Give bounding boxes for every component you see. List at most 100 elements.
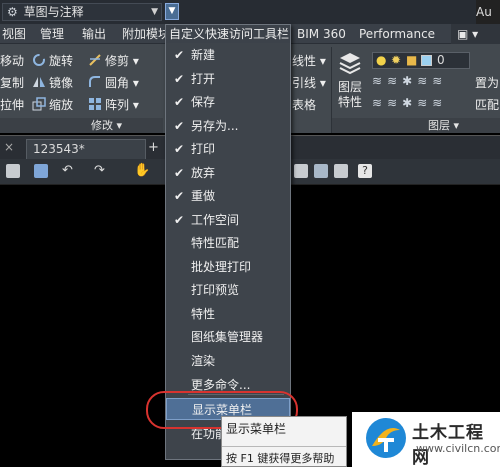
tab-manage[interactable]: 管理 [40, 24, 64, 44]
undo-icon[interactable]: ↶ [62, 164, 76, 178]
layer-properties-label: 图层 特性 [337, 80, 362, 109]
scale-button[interactable]: 缩放 [32, 96, 73, 114]
layer-tool-icon[interactable]: ≋ [417, 74, 432, 88]
toolbar-icon[interactable] [334, 164, 348, 178]
set-current-button[interactable]: 置为 [475, 74, 499, 92]
close-icon[interactable]: × [4, 140, 14, 154]
menu-item[interactable]: 特性 [166, 303, 290, 325]
scale-label: 缩放 [49, 98, 74, 112]
move-button[interactable]: 移动 [0, 52, 24, 70]
layer-tools-row-2: ≋≋✱≋≋ [372, 96, 470, 114]
menu-item-label: 打开 [191, 71, 216, 86]
tab-performance[interactable]: Performance [359, 24, 435, 44]
trim-button[interactable]: 修剪 ▾ [88, 52, 139, 70]
chevron-down-icon: ▼ [151, 7, 158, 17]
tab-panel-toggle[interactable]: ▣ ▾ [451, 24, 500, 44]
help-icon[interactable]: ? [358, 164, 372, 178]
menu-item-label: 打印 [191, 142, 216, 156]
menu-item[interactable]: 打印预览 [166, 279, 290, 301]
layer-tool-icon[interactable]: ≋ [432, 96, 447, 110]
layer-tool-icon[interactable]: ✱ [402, 96, 417, 110]
watermark: 土木工程网 www.civilcn.com [352, 412, 500, 467]
toolbar-icon[interactable] [34, 164, 48, 178]
sun-icon: ✹ [391, 53, 402, 67]
fillet-button[interactable]: 圆角 ▾ [88, 74, 139, 92]
new-tab-icon[interactable]: + [148, 140, 159, 155]
layer-tool-icon[interactable]: ≋ [387, 96, 402, 110]
checkmark-icon: ✔ [174, 189, 185, 203]
toolbar-icon[interactable] [314, 164, 328, 178]
tab-addins[interactable]: 附加模块 [122, 24, 170, 44]
menu-item[interactable]: ✔ 打开 [166, 68, 290, 90]
layer-tools-row-1: ≋≋✱≋≋ [372, 74, 470, 92]
customize-quick-access-button[interactable]: ▼ [165, 3, 179, 20]
menu-item[interactable]: 特性匹配 [166, 232, 290, 254]
menu-item[interactable]: ✔ 新建 [166, 44, 290, 66]
tab-bim360[interactable]: BIM 360 [297, 24, 346, 44]
stretch-button[interactable]: 拉伸 [0, 96, 24, 114]
menu-item[interactable]: ✔ 保存 [166, 91, 290, 113]
lock-icon: ■ [406, 53, 418, 67]
copy-button[interactable]: 复制 [0, 74, 24, 92]
color-swatch-icon [421, 55, 432, 66]
menu-item-label: 打印预览 [191, 283, 240, 297]
redo-icon[interactable]: ↷ [94, 164, 108, 178]
menu-item[interactable]: ✔ 放弃 [166, 162, 290, 184]
menu-item-label: 新建 [191, 48, 216, 62]
menu-item[interactable]: ✔ 工作空间 [166, 209, 290, 231]
checkmark-icon: ✔ [174, 48, 185, 62]
layer-tool-icon[interactable]: ≋ [432, 74, 447, 88]
table-button[interactable]: 表格 [292, 96, 316, 114]
scale-icon [32, 97, 46, 111]
menu-item[interactable]: 渲染 [166, 350, 290, 372]
toolbar-icon[interactable] [294, 164, 308, 178]
array-label: 阵列 [105, 98, 130, 112]
stretch-label: 拉伸 [0, 98, 25, 112]
rotate-button[interactable]: 旋转 [32, 52, 73, 70]
menu-item[interactable]: ✔ 重做 [166, 185, 290, 207]
mirror-button[interactable]: 镜像 [32, 74, 73, 92]
document-tab-label: 123543* [33, 142, 85, 156]
layer-tool-icon[interactable]: ≋ [417, 96, 432, 110]
array-button[interactable]: 阵列 ▾ [88, 96, 139, 114]
layer-tool-icon[interactable]: ≋ [372, 96, 387, 110]
workspace-dropdown[interactable]: ⚙ 草图与注释 ▼ [2, 3, 162, 21]
menu-title: 自定义快速访问工具栏 [166, 25, 290, 43]
gear-icon: ⚙ [7, 5, 18, 19]
menu-item[interactable]: ✔ 另存为... [166, 115, 290, 137]
trim-icon [88, 53, 102, 67]
layer-properties-button[interactable]: 图层 特性 [335, 50, 365, 114]
layer-tool-icon[interactable]: ✱ [402, 74, 417, 88]
layer-tool-icon[interactable]: ≋ [387, 74, 402, 88]
checkmark-icon: ✔ [174, 142, 185, 156]
checkmark-icon: ✔ [174, 212, 185, 227]
modify-panel-title[interactable]: 修改 ▾ [0, 118, 163, 133]
tab-output[interactable]: 输出 [82, 24, 106, 44]
watermark-logo-icon [366, 418, 406, 458]
watermark-url: www.civilcn.com [416, 442, 500, 455]
menu-item-label: 特性 [191, 306, 216, 321]
menu-item[interactable]: ✔ 打印 [166, 138, 290, 160]
match-layer-button[interactable]: 匹配 [475, 96, 499, 114]
autocad-window: ⚙ 草图与注释 ▼ ▼ Au 视图 管理 输出 附加模块 BIM 360 Per… [0, 0, 500, 467]
layer-tool-icon[interactable]: ≋ [372, 74, 387, 88]
fillet-icon [88, 75, 102, 89]
toolbar-icon[interactable] [6, 164, 20, 178]
tooltip-divider [222, 446, 346, 447]
tab-view[interactable]: 视图 [2, 24, 26, 44]
leader-button[interactable]: 引线 ▾ [292, 74, 326, 92]
checkmark-icon: ✔ [174, 118, 185, 133]
pan-hand-icon[interactable]: ✋ [134, 164, 150, 178]
lightbulb-icon: ● [376, 53, 387, 67]
linear-dimension-button[interactable]: 线性 ▾ [292, 52, 326, 70]
menu-item[interactable]: 批处理打印 [166, 256, 290, 278]
move-label: 移动 [0, 54, 25, 68]
layers-panel-title[interactable]: 图层 ▾ [332, 118, 500, 133]
menu-item-label: 工作空间 [191, 212, 240, 227]
menu-item-label: 另存为... [191, 118, 239, 133]
document-tab[interactable]: 123543* [26, 139, 146, 160]
corner-text: Au [476, 0, 500, 24]
menu-item-label: 图纸集管理器 [191, 330, 264, 344]
menu-item[interactable]: 图纸集管理器 [166, 326, 290, 348]
layer-dropdown[interactable]: ● ✹ ■ 0 [372, 52, 470, 69]
